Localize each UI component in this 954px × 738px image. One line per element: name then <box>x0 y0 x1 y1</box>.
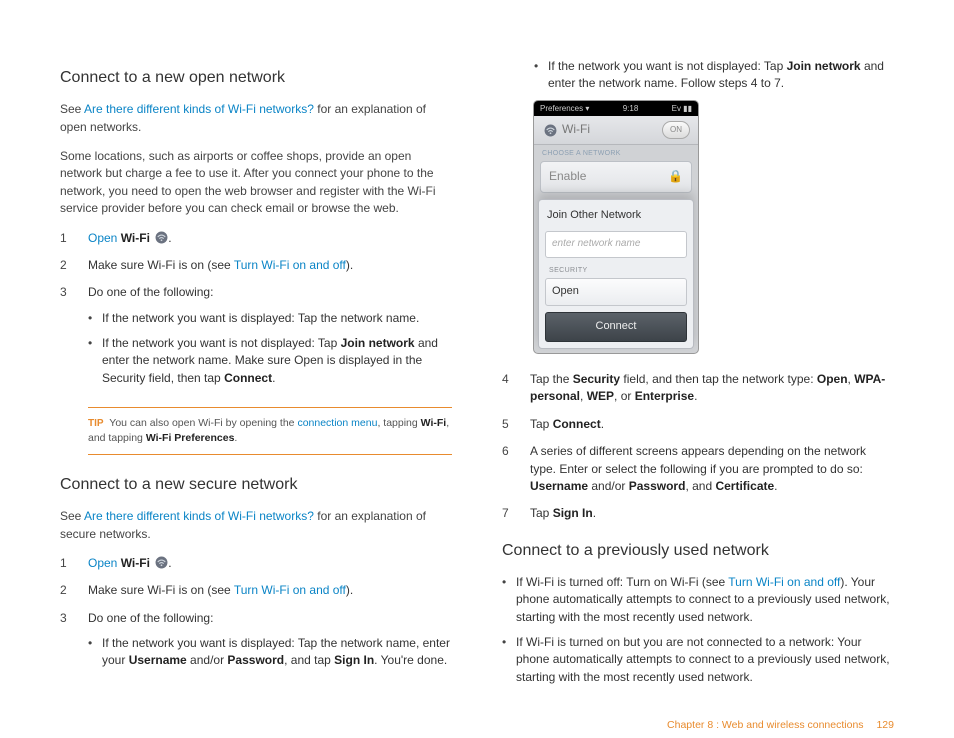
link-open-action-1[interactable]: Open <box>88 231 117 245</box>
steps-continued: 4 Tap the Security field, and then tap t… <box>502 371 894 523</box>
step-number: 1 <box>60 555 88 572</box>
network-name-input[interactable]: enter network name <box>545 231 687 258</box>
tip-label: TIP <box>88 418 104 429</box>
step-number: 2 <box>60 257 88 274</box>
status-signal: Ev ▮▮ <box>672 103 692 115</box>
wifi-label: Wi-Fi <box>121 231 150 245</box>
heading-previous-network: Connect to a previously used network <box>502 539 894 562</box>
status-time: 9:18 <box>623 103 639 115</box>
phone-statusbar: Preferences ▾ 9:18 Ev ▮▮ <box>534 101 698 117</box>
wifi-icon <box>544 124 557 137</box>
connect-button[interactable]: Connect <box>545 312 687 342</box>
bullet-secure-displayed: If the network you want is displayed: Ta… <box>88 635 452 670</box>
link-turn-wifi-1[interactable]: Turn Wi-Fi on and off <box>234 258 346 272</box>
step-number: 4 <box>502 371 530 406</box>
steps-secure: 1 Open Wi-Fi . 2 Make sure Wi-Fi is on (… <box>60 555 452 678</box>
wifi-header-row: Wi-Fi ON <box>534 116 698 145</box>
lock-icon: 🔒 <box>668 168 683 185</box>
footer-chapter: Chapter 8 : Web and wireless connections <box>667 719 864 731</box>
bullet-wifi-off: If Wi-Fi is turned off: Turn on Wi-Fi (s… <box>502 574 894 626</box>
bullet-displayed: If the network you want is displayed: Ta… <box>88 310 452 327</box>
steps-open: 1 Open Wi-Fi . 2 Make sure Wi-Fi is on (… <box>60 230 452 396</box>
footer-pagenum: 129 <box>876 719 894 731</box>
step-number: 3 <box>60 610 88 678</box>
step-number: 2 <box>60 582 88 599</box>
heading-open-network: Connect to a new open network <box>60 66 452 89</box>
link-connection-menu[interactable]: connection menu <box>297 417 377 429</box>
step-number: 3 <box>60 284 88 395</box>
intro-open: See Are there different kinds of Wi-Fi n… <box>60 101 452 136</box>
modal-title: Join Other Network <box>545 206 687 226</box>
tip-box: TIP You can also open Wi-Fi by opening t… <box>88 407 452 455</box>
step-number: 1 <box>60 230 88 247</box>
choose-network-label: CHOOSE A NETWORK <box>534 145 698 161</box>
step-number: 6 <box>502 443 530 495</box>
page-footer: Chapter 8 : Web and wireless connections… <box>60 718 894 733</box>
wifi-title: Wi-Fi <box>562 121 590 138</box>
right-column: If the network you want is not displayed… <box>502 50 894 694</box>
status-prefs: Preferences ▾ <box>540 103 589 115</box>
wifi-icon <box>155 556 168 569</box>
network-row-enable[interactable]: Enable 🔒 <box>540 161 692 192</box>
wifi-on-toggle[interactable]: ON <box>662 121 690 139</box>
bullet-join-network: If the network you want is not displayed… <box>534 58 894 93</box>
security-field[interactable]: Open <box>545 278 687 306</box>
wifi-label: Wi-Fi <box>121 556 150 570</box>
bullet-not-displayed: If the network you want is not displayed… <box>88 335 452 387</box>
bullet-wifi-on-noconn: If Wi-Fi is turned on but you are not co… <box>502 634 894 686</box>
link-wifi-kinds-1[interactable]: Are there different kinds of Wi-Fi netwo… <box>84 102 314 116</box>
link-open-action-2[interactable]: Open <box>88 556 117 570</box>
join-other-modal: Join Other Network enter network name SE… <box>538 199 694 349</box>
link-turn-wifi-2[interactable]: Turn Wi-Fi on and off <box>234 583 346 597</box>
wifi-icon <box>155 231 168 244</box>
heading-secure-network: Connect to a new secure network <box>60 473 452 496</box>
continued-bullets: If the network you want is not displayed… <box>534 58 894 93</box>
security-label: SECURITY <box>545 264 687 278</box>
phone-screenshot: Preferences ▾ 9:18 Ev ▮▮ Wi-Fi ON CHOOSE… <box>534 101 698 353</box>
link-turn-wifi-3[interactable]: Turn Wi-Fi on and off <box>728 575 840 589</box>
para-fee-note: Some locations, such as airports or coff… <box>60 148 452 218</box>
step-number: 5 <box>502 416 530 433</box>
intro-secure: See Are there different kinds of Wi-Fi n… <box>60 508 452 543</box>
link-wifi-kinds-2[interactable]: Are there different kinds of Wi-Fi netwo… <box>84 509 314 523</box>
prev-network-bullets: If Wi-Fi is turned off: Turn on Wi-Fi (s… <box>502 574 894 686</box>
left-column: Connect to a new open network See Are th… <box>60 50 452 694</box>
step-number: 7 <box>502 505 530 522</box>
